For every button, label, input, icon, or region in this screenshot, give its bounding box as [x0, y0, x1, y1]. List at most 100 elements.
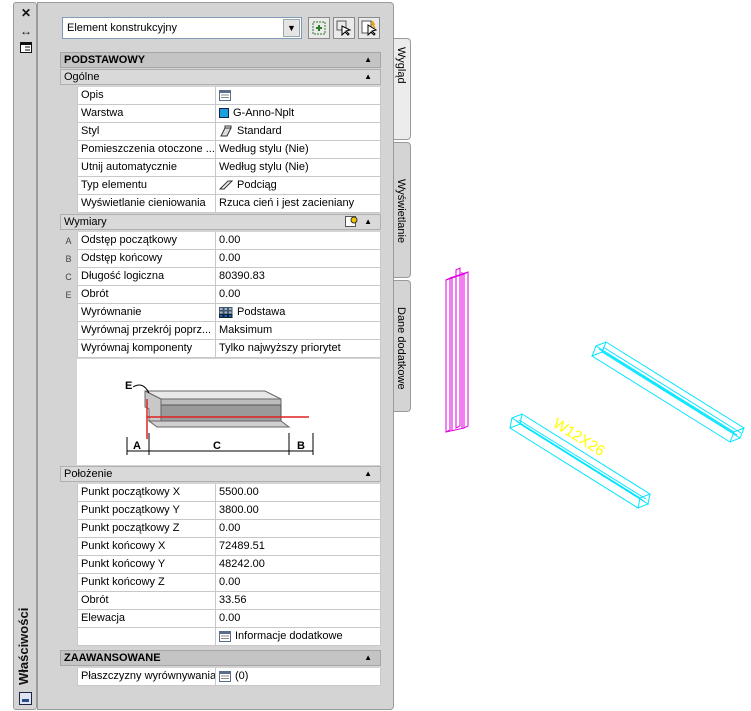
property-label: Punkt końcowy Y	[77, 556, 216, 574]
quick-select-button[interactable]	[358, 17, 380, 39]
property-value[interactable]: G-Anno-Nplt	[217, 105, 381, 123]
property-row[interactable]: Styl Standard	[60, 123, 381, 141]
tab-extended-data[interactable]: Dane dodatkowe	[394, 280, 411, 412]
property-row[interactable]: Punkt początkowy Y 3800.00	[60, 502, 381, 520]
property-value[interactable]: 3800.00	[217, 502, 381, 520]
object-type-select[interactable]: Element konstrukcyjny ▼	[62, 17, 302, 39]
property-value[interactable]: 48242.00	[217, 556, 381, 574]
description-icon[interactable]	[219, 89, 231, 101]
property-row[interactable]: Wyświetlanie cieniowania Rzuca cień i je…	[60, 195, 381, 213]
beam-element[interactable]	[590, 341, 746, 443]
property-row[interactable]: Punkt końcowy Y 48242.00	[60, 556, 381, 574]
property-value[interactable]: 0.00	[217, 286, 381, 304]
property-row[interactable]: A Odstęp początkowy 0.00	[60, 232, 381, 250]
chevron-down-icon[interactable]: ▼	[283, 19, 300, 37]
property-row[interactable]: Wyrównaj komponenty Tylko najwyższy prio…	[60, 340, 381, 358]
property-label: Warstwa	[77, 105, 216, 123]
property-value[interactable]: 0.00	[217, 232, 381, 250]
property-value[interactable]: Standard	[217, 123, 381, 141]
additional-info-button[interactable]: Informacje dodatkowe	[217, 628, 381, 646]
dimension-tips-icon[interactable]	[345, 216, 358, 232]
collapse-icon[interactable]: ▲	[364, 651, 372, 665]
property-row[interactable]: Obrót 33.56	[60, 592, 381, 610]
section-advanced-header[interactable]: ZAAWANSOWANE ▲	[60, 650, 381, 666]
select-objects-button[interactable]	[333, 17, 355, 39]
property-row[interactable]: Pomieszczenia otoczone ... Według stylu …	[60, 141, 381, 159]
property-label: Utnij automatycznie	[77, 159, 216, 177]
property-label: Punkt początkowy X	[77, 484, 216, 502]
column-element[interactable]	[445, 267, 469, 433]
property-row[interactable]: Elewacja 0.00	[60, 610, 381, 628]
properties-menu-icon[interactable]	[18, 42, 34, 56]
group-general-title: Ogólne	[64, 71, 100, 83]
property-label: Typ elementu	[77, 177, 216, 195]
palette-title: Właściwości	[16, 607, 31, 685]
property-value[interactable]: Podciąg	[217, 177, 381, 195]
collapse-icon[interactable]: ▲	[364, 215, 372, 229]
close-icon[interactable]: ✕	[18, 6, 34, 20]
section-advanced-title: ZAAWANSOWANE	[64, 652, 161, 664]
property-row[interactable]: Punkt początkowy Z 0.00	[60, 520, 381, 538]
auto-hide-icon[interactable]: ↔	[18, 24, 34, 38]
group-dimensions-title: Wymiary	[64, 216, 107, 228]
property-row[interactable]: Utnij automatycznie Według stylu (Nie)	[60, 159, 381, 177]
property-row[interactable]: Typ elementu Podciąg	[60, 177, 381, 195]
property-row[interactable]: Warstwa G-Anno-Nplt	[60, 105, 381, 123]
property-value[interactable]: 0.00	[217, 250, 381, 268]
property-label: Punkt końcowy Z	[77, 574, 216, 592]
property-row[interactable]: Punkt końcowy X 72489.51	[60, 538, 381, 556]
collapse-icon[interactable]: ▲	[364, 53, 372, 67]
section-basic-header[interactable]: PODSTAWOWY ▲	[60, 52, 381, 68]
property-value[interactable]	[217, 87, 381, 105]
group-dimensions-header[interactable]: Wymiary ▲	[60, 214, 381, 230]
property-label: Obrót	[77, 286, 216, 304]
collapse-icon[interactable]: ▲	[364, 467, 372, 481]
property-value[interactable]: Według stylu (Nie)	[217, 141, 381, 159]
property-row[interactable]: Opis	[60, 87, 381, 105]
beam-dimension-illustration: E A C B	[125, 380, 314, 455]
property-label: Opis	[77, 87, 216, 105]
property-row[interactable]: B Odstęp końcowy 0.00	[60, 250, 381, 268]
property-value[interactable]: 0.00	[217, 574, 381, 592]
collapse-icon[interactable]: ▲	[364, 70, 372, 84]
property-label: Pomieszczenia otoczone ...	[77, 141, 216, 159]
add-to-selection-button[interactable]	[308, 17, 330, 39]
property-row[interactable]: Płaszczyzny wyrównywania (0)	[60, 668, 381, 686]
property-label: Odstęp początkowy	[77, 232, 216, 250]
group-general-header[interactable]: Ogólne ▲	[60, 69, 381, 85]
diagram-label-c: C	[213, 440, 221, 452]
property-value[interactable]: 33.56	[217, 592, 381, 610]
property-row[interactable]: C Długość logiczna 80390.83	[60, 268, 381, 286]
tab-display[interactable]: Wyświetlanie	[394, 142, 411, 278]
palette-icon[interactable]	[19, 692, 32, 705]
property-value[interactable]: (0)	[217, 668, 381, 686]
property-value[interactable]: Maksimum	[217, 322, 381, 340]
property-row[interactable]: Wyrównanie Podstawa	[60, 304, 381, 322]
property-label: Odstęp końcowy	[77, 250, 216, 268]
style-icon	[220, 125, 232, 137]
property-value[interactable]: 5500.00	[217, 484, 381, 502]
property-row[interactable]: Wyrównaj przekrój poprz... Maksimum	[60, 322, 381, 340]
worksheet-icon[interactable]	[219, 670, 231, 682]
layer-color-icon	[219, 108, 229, 119]
property-value[interactable]: Tylko najwyższy priorytet	[217, 340, 381, 358]
diagram-label-e: E	[125, 380, 132, 392]
property-row[interactable]: Punkt końcowy Z 0.00	[60, 574, 381, 592]
tab-appearance[interactable]: Wygląd	[394, 38, 411, 140]
property-row[interactable]: Punkt początkowy X 5500.00	[60, 484, 381, 502]
property-value[interactable]: Rzuca cień i jest zacieniany	[217, 195, 381, 213]
additional-info-icon	[219, 630, 231, 642]
property-value[interactable]: Według stylu (Nie)	[217, 159, 381, 177]
property-value[interactable]: 72489.51	[217, 538, 381, 556]
property-value[interactable]: 80390.83	[217, 268, 381, 286]
beam-type-icon	[219, 180, 233, 190]
palette-title-strip: ✕ ↔ Właściwości	[13, 2, 37, 710]
property-label: Wyrównanie	[77, 304, 216, 322]
property-value[interactable]: 0.00	[217, 520, 381, 538]
property-row[interactable]: Informacje dodatkowe	[60, 628, 381, 646]
group-location-header[interactable]: Położenie ▲	[60, 466, 381, 482]
property-value[interactable]: 0.00	[217, 610, 381, 628]
diagram-label-a: A	[133, 440, 141, 452]
property-row[interactable]: E Obrót 0.00	[60, 286, 381, 304]
property-value[interactable]: Podstawa	[217, 304, 381, 322]
